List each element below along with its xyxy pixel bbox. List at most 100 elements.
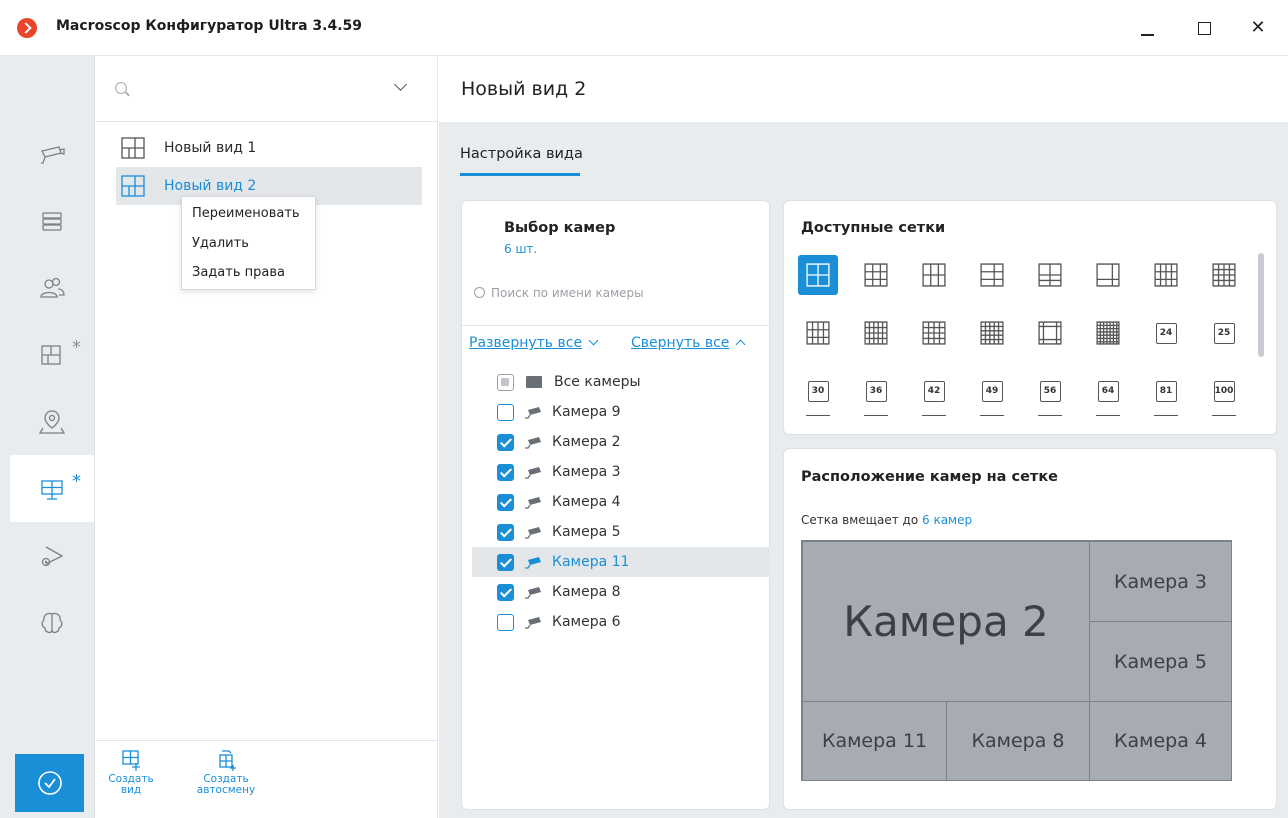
- maximize-button[interactable]: [1189, 14, 1219, 42]
- grid-option[interactable]: [972, 313, 1012, 353]
- views-search[interactable]: [96, 56, 438, 122]
- camera-checkbox[interactable]: [497, 493, 514, 511]
- menu-item-delete[interactable]: Удалить: [192, 236, 249, 251]
- grid-option[interactable]: 64: [1088, 371, 1128, 411]
- camera-checkbox[interactable]: [497, 433, 514, 451]
- grid-option[interactable]: 24: [1146, 313, 1186, 353]
- camera-label: Камера 6: [552, 614, 621, 630]
- camera-icon: [525, 497, 541, 509]
- layout-cell[interactable]: Камера 4: [1089, 701, 1232, 781]
- view-item-label: Новый вид 2: [164, 178, 257, 194]
- scrollbar-thumb[interactable]: [1258, 253, 1264, 357]
- camera-checkbox[interactable]: [497, 523, 514, 541]
- tree-camera-row[interactable]: Камера 5: [472, 517, 770, 547]
- grid-option[interactable]: [914, 313, 954, 353]
- unsaved-star: *: [72, 471, 81, 492]
- menu-item-set-rights[interactable]: Задать права: [192, 265, 285, 280]
- grid-option[interactable]: 56: [1030, 371, 1070, 411]
- grid-option[interactable]: 49: [972, 371, 1012, 411]
- grid-option[interactable]: 81: [1146, 371, 1186, 411]
- grid-layout-icon: [1154, 263, 1178, 287]
- tree-root-all-cameras[interactable]: Все камеры: [472, 367, 770, 397]
- camera-checkbox[interactable]: [497, 463, 514, 481]
- grid-option-partial: [1154, 415, 1178, 416]
- main-header: Новый вид 2: [439, 56, 1288, 122]
- grid-option-partial: [922, 415, 946, 416]
- rail-camera-settings[interactable]: [10, 522, 94, 589]
- layout-cell[interactable]: Камера 11: [802, 701, 947, 781]
- grid-option[interactable]: [1146, 255, 1186, 295]
- grid-option[interactable]: [1030, 255, 1070, 295]
- grid-option[interactable]: 42: [914, 371, 954, 411]
- camera-checkbox[interactable]: [497, 553, 514, 571]
- layout-icon: [41, 344, 61, 365]
- rail-views[interactable]: *: [10, 321, 94, 388]
- layout-cell[interactable]: Камера 5: [1089, 621, 1232, 702]
- create-view-button[interactable]: Создать вид: [106, 749, 156, 796]
- minimize-button[interactable]: [1133, 14, 1163, 42]
- rail-monitors[interactable]: *: [10, 455, 94, 522]
- tree-camera-row[interactable]: Камера 9: [472, 397, 770, 427]
- layout-cell[interactable]: Камера 3: [1089, 541, 1232, 622]
- layout-cell-large[interactable]: Камера 2: [802, 541, 1090, 702]
- chevron-down-icon[interactable]: [394, 78, 407, 91]
- grid-option[interactable]: 25: [1204, 313, 1244, 353]
- grid-option[interactable]: 100: [1204, 371, 1244, 411]
- grid-option[interactable]: [1088, 313, 1128, 353]
- grid-option[interactable]: [914, 255, 954, 295]
- tree-camera-row[interactable]: Камера 2: [472, 427, 770, 457]
- tree-camera-row[interactable]: Камера 3: [472, 457, 770, 487]
- camera-search-input[interactable]: Поиск по имени камеры: [474, 286, 644, 300]
- grid-option[interactable]: [972, 255, 1012, 295]
- camera-label: Камера 2: [552, 434, 621, 450]
- camera-checkbox[interactable]: [497, 613, 514, 631]
- camera-checkbox[interactable]: [497, 403, 514, 421]
- create-autoswitch-button[interactable]: Создать автосмену: [196, 749, 256, 796]
- grid-option[interactable]: [856, 255, 896, 295]
- rail-analytics[interactable]: [10, 589, 94, 656]
- grid-option-partial: [1038, 415, 1062, 416]
- camera-icon: [525, 407, 541, 419]
- grid-count-label: 81: [1155, 380, 1177, 402]
- grid-option-partial: [1096, 415, 1120, 416]
- monitor-icon: [41, 479, 63, 500]
- tree-camera-row[interactable]: Камера 4: [472, 487, 770, 517]
- collapse-all-link[interactable]: Свернуть все: [631, 335, 746, 351]
- grid-option[interactable]: 30: [798, 371, 838, 411]
- camera-search-placeholder: Поиск по имени камеры: [491, 286, 644, 300]
- grid-option[interactable]: [1088, 255, 1128, 295]
- tree-camera-row[interactable]: Камера 8: [472, 577, 770, 607]
- menu-item-rename[interactable]: Переименовать: [192, 206, 300, 221]
- grid-layout-icon: [864, 263, 888, 287]
- camera-gear-icon: [41, 545, 64, 566]
- expand-all-link[interactable]: Развернуть все: [469, 335, 599, 351]
- rail-servers[interactable]: [10, 187, 94, 254]
- rail-cameras[interactable]: [10, 120, 94, 187]
- camera-icon: [525, 437, 541, 449]
- view-item-1[interactable]: Новый вид 1: [116, 129, 422, 167]
- grid-option[interactable]: [1030, 313, 1070, 353]
- tab-view-settings[interactable]: Настройка вида: [460, 146, 583, 162]
- grid-option[interactable]: [856, 313, 896, 353]
- grid-option[interactable]: [798, 255, 838, 295]
- capacity-value[interactable]: 6 камер: [922, 513, 972, 527]
- close-button[interactable]: ✕: [1243, 14, 1273, 42]
- grid-option[interactable]: 36: [856, 371, 896, 411]
- partial-checkbox[interactable]: [497, 373, 514, 391]
- rail-maps[interactable]: [10, 388, 94, 455]
- layout-cell[interactable]: Камера 8: [946, 701, 1090, 781]
- camera-label: Камера 4: [552, 494, 621, 510]
- grid-count-label: 64: [1097, 380, 1119, 402]
- brain-icon: [41, 612, 63, 633]
- apply-button[interactable]: [15, 754, 84, 812]
- folder-icon: [526, 376, 542, 388]
- camera-checkbox[interactable]: [497, 583, 514, 601]
- views-list-panel: Новый вид 1 Новый вид 2 Создать вид Созд…: [96, 56, 438, 818]
- grid-option[interactable]: [798, 313, 838, 353]
- rail-users[interactable]: [10, 254, 94, 321]
- grid-layout-icon: [922, 263, 946, 287]
- tree-camera-row[interactable]: Камера 6: [472, 607, 770, 637]
- tree-camera-row[interactable]: Камера 11: [472, 547, 770, 577]
- camera-icon: [41, 145, 65, 164]
- grid-option[interactable]: [1204, 255, 1244, 295]
